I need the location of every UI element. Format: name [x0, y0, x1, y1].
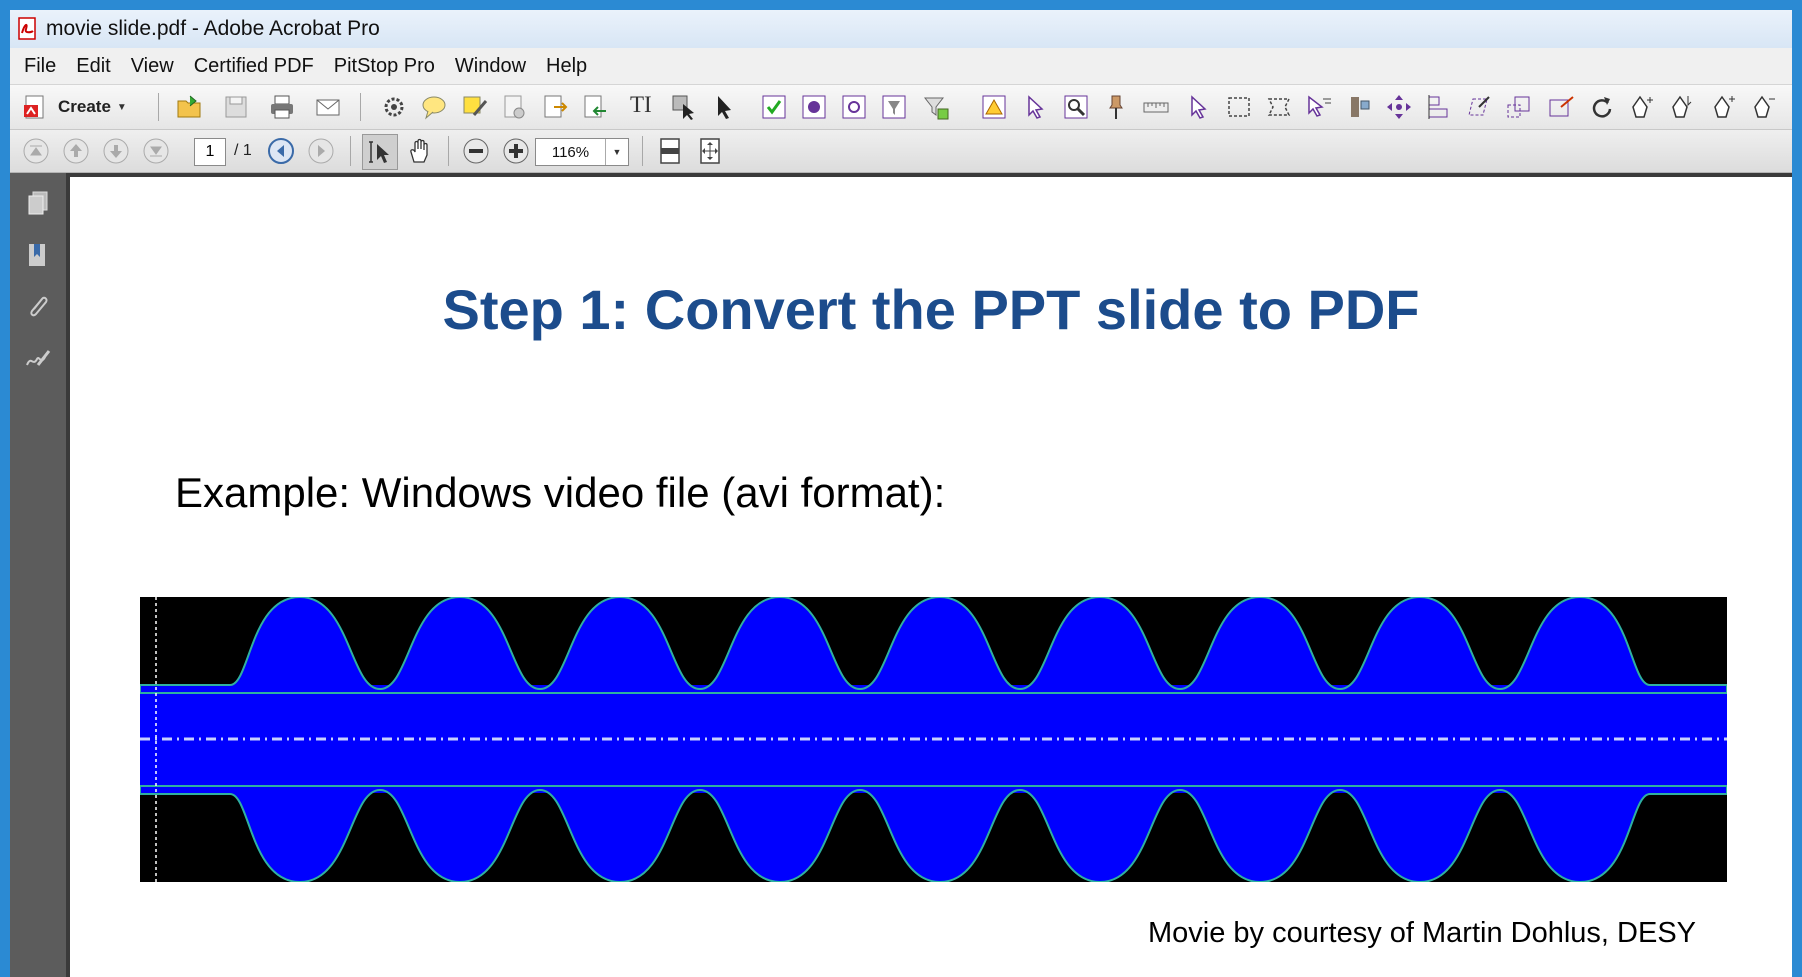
menu-certified-pdf[interactable]: Certified PDF	[194, 55, 314, 78]
zoom-level-value: 116%	[551, 143, 590, 161]
pdf-page: Step 1: Convert the PPT slide to PDF Exa…	[70, 177, 1792, 977]
skew-object-icon[interactable]	[1465, 93, 1493, 121]
create-label: Create	[58, 97, 111, 116]
slide-body-text: Example: Windows video file (avi format)…	[175, 469, 946, 516]
zoom-level-select[interactable]: 116% ▼	[535, 138, 629, 166]
menu-file[interactable]: File	[24, 55, 56, 78]
bookmarks-panel-icon[interactable]	[24, 241, 52, 269]
menu-pitstop-pro[interactable]: PitStop Pro	[334, 55, 435, 78]
object-move-icon[interactable]	[1345, 93, 1373, 121]
rotate-object-icon[interactable]	[1588, 93, 1616, 121]
pointer-icon[interactable]	[1022, 93, 1050, 121]
signatures-panel-icon[interactable]	[24, 345, 52, 373]
align-objects-icon[interactable]	[1425, 93, 1453, 121]
email-icon[interactable]	[314, 93, 342, 121]
list-field-icon[interactable]	[880, 93, 908, 121]
page-total: / 1	[234, 142, 252, 159]
toolbar-separator	[642, 136, 643, 166]
movie-credit-caption: Movie by courtesy of Martin Dohlus, DESY	[1148, 917, 1696, 949]
zoom-in-icon[interactable]	[502, 137, 530, 165]
toolbar-separator	[360, 93, 361, 121]
zoom-out-icon[interactable]	[462, 137, 490, 165]
fit-page-icon[interactable]	[656, 137, 684, 165]
pen-plus-icon[interactable]	[1710, 93, 1738, 121]
chevron-down-icon[interactable]: ▼	[605, 139, 628, 165]
menu-bar: File Edit View Certified PDF PitStop Pro…	[10, 48, 1792, 85]
sticky-note-icon[interactable]	[460, 93, 488, 121]
scale-object-icon[interactable]	[1505, 93, 1533, 121]
pen-minus-icon[interactable]	[1750, 93, 1778, 121]
pages-panel-icon[interactable]	[24, 189, 52, 217]
toolbar-separator	[158, 93, 159, 121]
create-pdf-icon	[24, 95, 44, 119]
move-arrows-icon[interactable]	[1385, 93, 1413, 121]
settings-gear-icon[interactable]	[380, 93, 408, 121]
menu-window[interactable]: Window	[455, 55, 526, 78]
select-similar-icon[interactable]	[1305, 93, 1333, 121]
chevron-down-icon: ▼	[116, 101, 127, 113]
previous-page-icon[interactable]	[62, 137, 90, 165]
text-tool-icon[interactable]: TI	[630, 92, 652, 118]
go-back-icon[interactable]	[267, 137, 295, 165]
menu-edit[interactable]: Edit	[76, 55, 110, 78]
title-bar: movie slide.pdf - Adobe Acrobat Pro	[10, 10, 1792, 48]
pen-add-anchor-icon[interactable]	[1628, 93, 1656, 121]
zoom-inspect-icon[interactable]	[1062, 93, 1090, 121]
create-button[interactable]: Create ▼	[22, 92, 127, 122]
pen-select-anchor-icon[interactable]	[1668, 93, 1696, 121]
embedded-movie[interactable]	[140, 597, 1727, 882]
page-number-input[interactable]	[194, 138, 226, 166]
open-folder-icon[interactable]	[176, 93, 204, 121]
select-object-icon[interactable]	[670, 93, 698, 121]
attachments-paperclip-icon[interactable]	[24, 293, 52, 321]
toolbar-separator	[350, 136, 351, 166]
document-export-icon[interactable]	[540, 93, 568, 121]
main-toolbar: Create ▼ TI	[10, 85, 1792, 130]
select-tool-button[interactable]	[362, 134, 398, 170]
menu-help[interactable]: Help	[546, 55, 587, 78]
select-pointer-icon[interactable]	[1185, 93, 1213, 121]
button-field-icon[interactable]	[840, 93, 868, 121]
lasso-select-icon[interactable]	[1265, 93, 1293, 121]
next-page-icon[interactable]	[102, 137, 130, 165]
radio-field-icon[interactable]	[800, 93, 828, 121]
menu-view[interactable]: View	[131, 55, 174, 78]
fit-width-icon[interactable]	[696, 137, 724, 165]
filter-icon[interactable]	[922, 93, 950, 121]
crop-object-icon[interactable]	[1547, 93, 1575, 121]
text-select-cursor-icon	[369, 141, 389, 163]
hand-tool-icon[interactable]	[406, 137, 434, 165]
pin-icon[interactable]	[1102, 93, 1130, 121]
checkbox-field-icon[interactable]	[760, 93, 788, 121]
document-import-icon[interactable]	[580, 93, 608, 121]
arrow-select-icon[interactable]	[710, 93, 738, 121]
document-delete-icon[interactable]	[500, 93, 528, 121]
pdf-file-icon	[16, 17, 40, 41]
slide-title: Step 1: Convert the PPT slide to PDF	[442, 278, 1420, 341]
window-title: movie slide.pdf - Adobe Acrobat Pro	[46, 17, 380, 40]
save-icon[interactable]	[222, 93, 250, 121]
navigation-toolbar: / 1 116% ▼	[10, 130, 1792, 173]
comment-icon[interactable]	[420, 93, 448, 121]
first-page-icon[interactable]	[22, 137, 50, 165]
cavity-animation-frame	[140, 597, 1727, 882]
marquee-select-icon[interactable]	[1225, 93, 1253, 121]
go-forward-icon[interactable]	[307, 137, 335, 165]
last-page-icon[interactable]	[142, 137, 170, 165]
navigation-panel	[10, 173, 66, 977]
preflight-warning-icon[interactable]	[980, 93, 1008, 121]
ruler-icon[interactable]	[1142, 93, 1170, 121]
toolbar-separator	[448, 136, 449, 166]
print-icon[interactable]	[268, 93, 296, 121]
